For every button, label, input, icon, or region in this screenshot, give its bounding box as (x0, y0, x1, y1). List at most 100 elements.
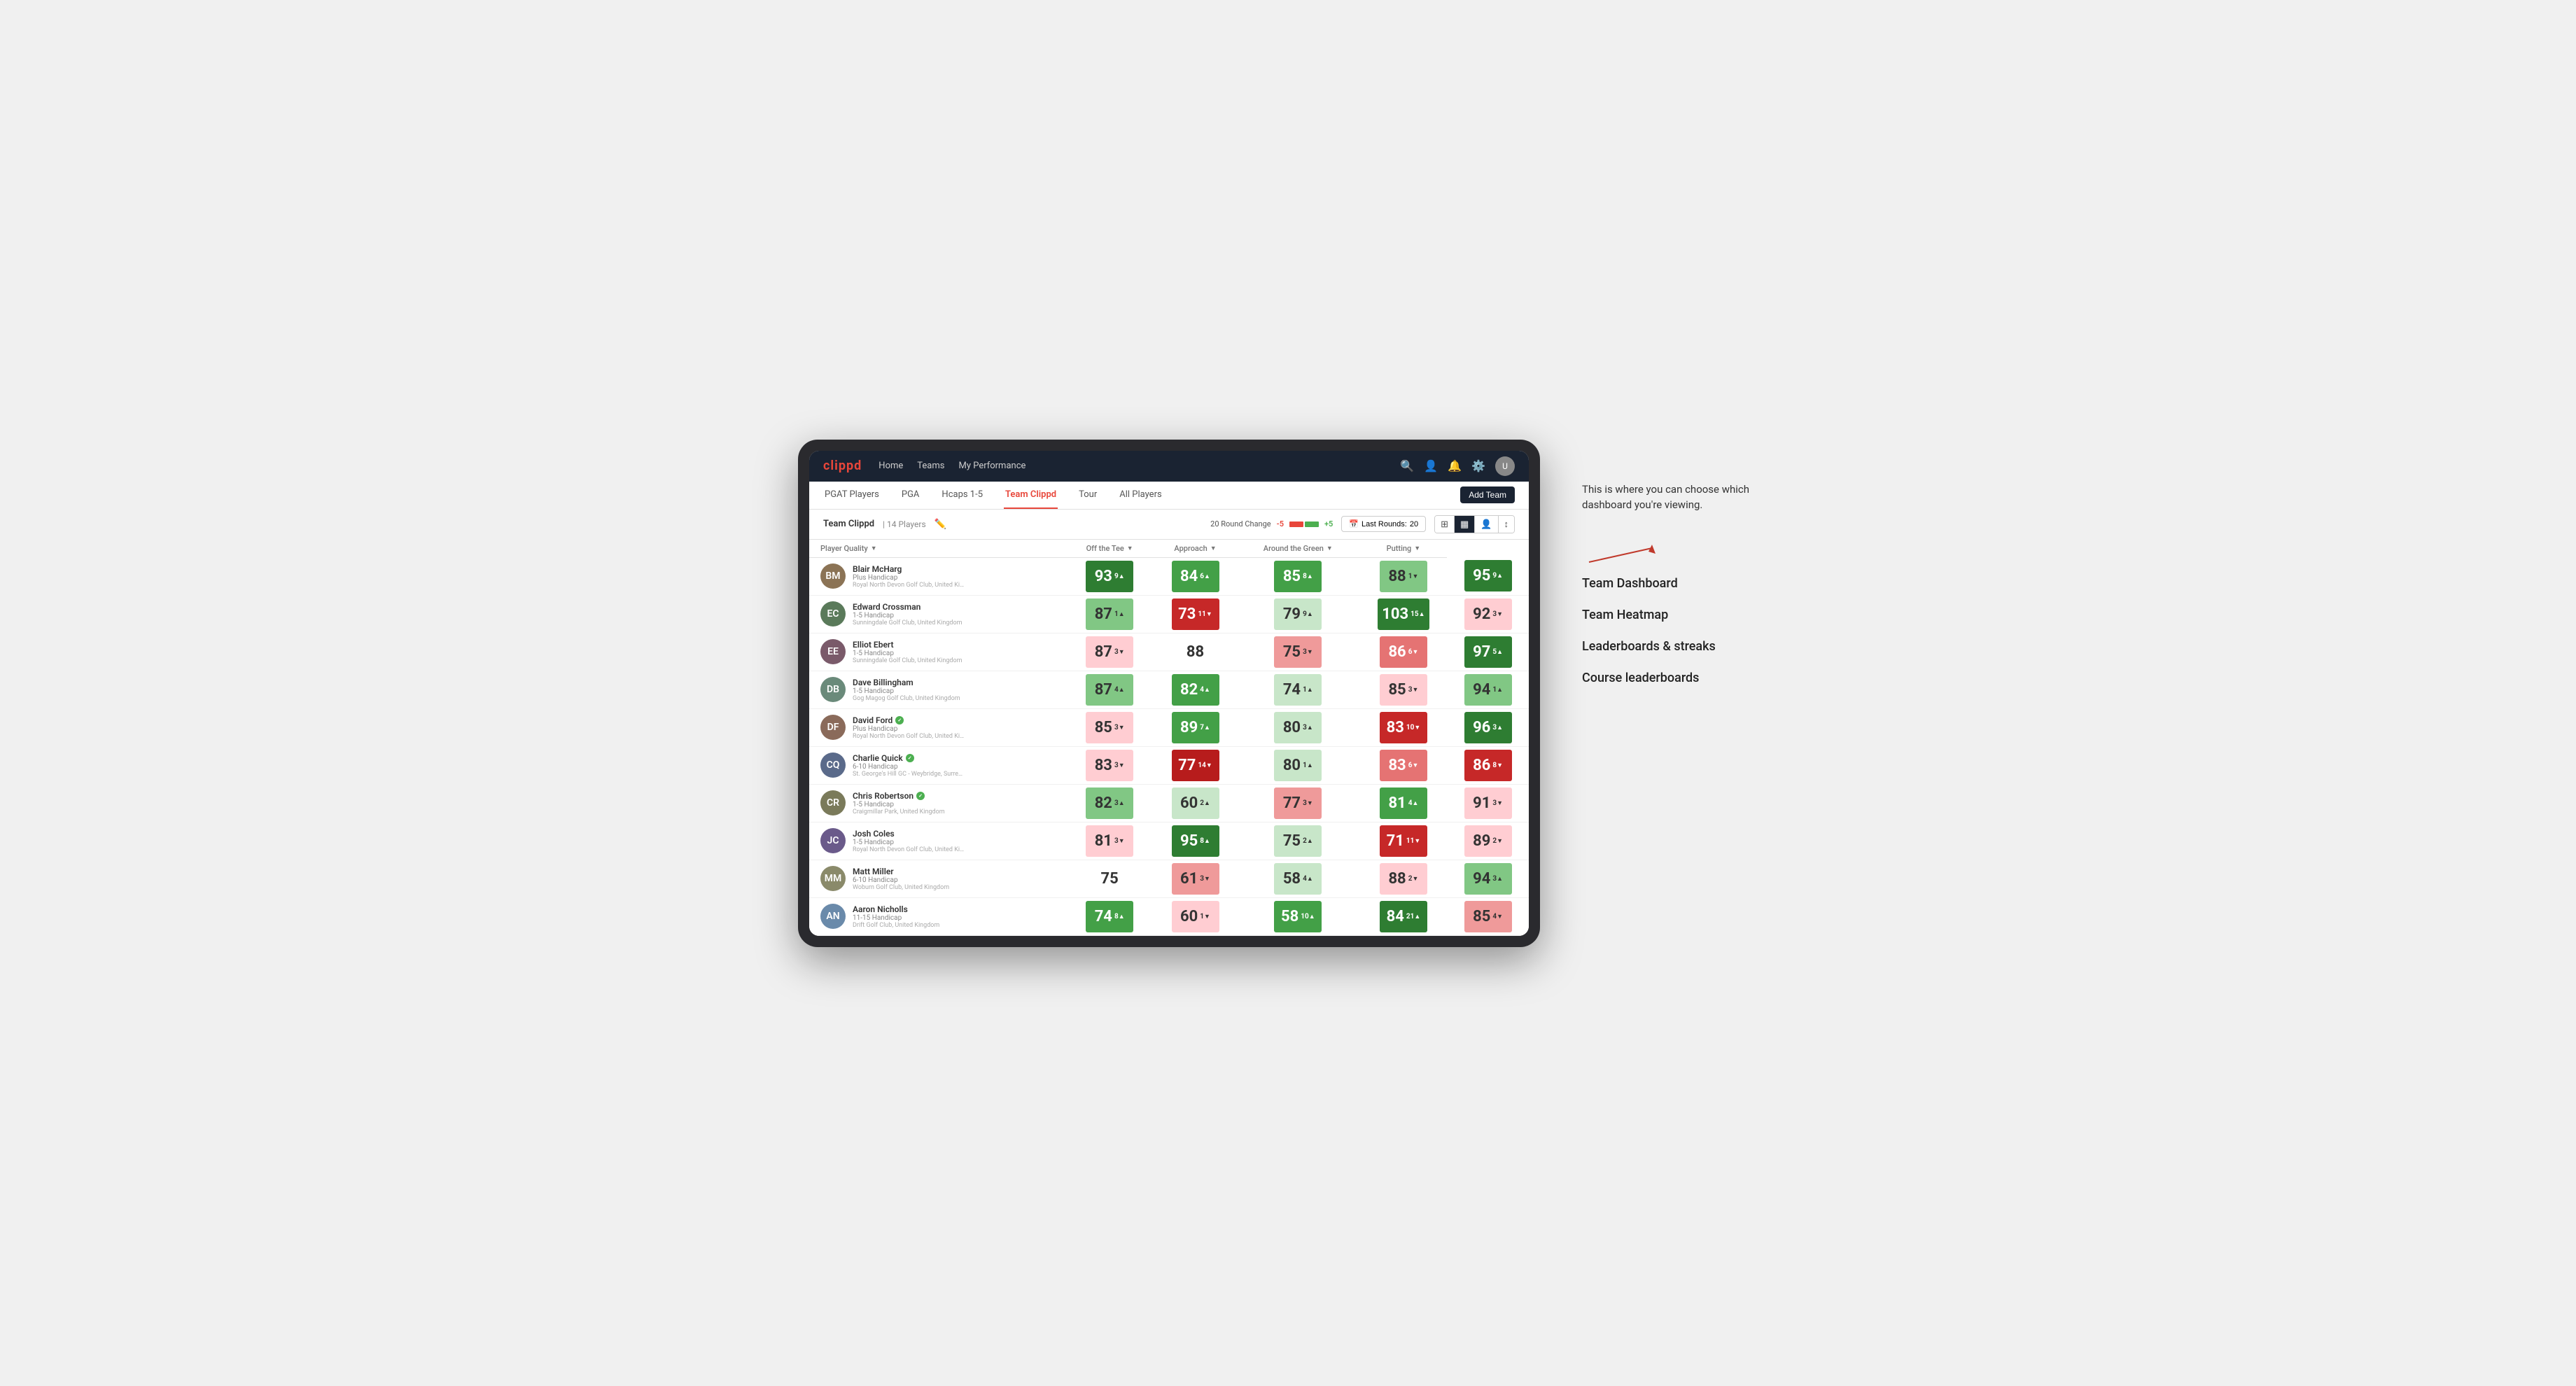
score-value: 60 (1180, 908, 1198, 925)
score-value: 89 (1180, 719, 1198, 736)
col-header-putting[interactable]: Putting ▼ (1360, 540, 1448, 558)
annotation-arrow-svg (1582, 541, 1666, 583)
player-info: David Ford ✓ Plus Handicap Royal North D… (853, 715, 965, 740)
score-box: 85 3▼ (1380, 674, 1427, 706)
score-value: 103 (1382, 606, 1408, 623)
player-name: Edward Crossman (853, 602, 962, 612)
score-box: 77 14▼ (1172, 750, 1219, 781)
tab-team-clippd[interactable]: Team Clippd (1004, 481, 1058, 509)
score-box: 83 6▼ (1380, 750, 1427, 781)
score-value: 58 (1281, 908, 1298, 925)
table-row: DF David Ford ✓ Plus Handicap Royal Nort… (809, 708, 1529, 746)
player-cell-7[interactable]: JC Josh Coles 1-5 Handicap Royal North D… (809, 822, 1065, 860)
option-course-leaderboards[interactable]: Course leaderboards (1582, 671, 1778, 685)
player-cell-8[interactable]: MM Matt Miller 6-10 Handicap Woburn Golf… (809, 860, 1065, 897)
player-cell-4[interactable]: DF David Ford ✓ Plus Handicap Royal Nort… (809, 708, 1065, 746)
bell-icon[interactable]: 🔔 (1448, 459, 1462, 472)
score-value: 94 (1473, 870, 1490, 888)
view-list-button[interactable]: 👤 (1475, 516, 1498, 533)
tab-all-players[interactable]: All Players (1118, 481, 1163, 509)
col-header-player[interactable]: Player Quality ▼ (809, 540, 1065, 558)
top-nav: clippd Home Teams My Performance 🔍 👤 🔔 ⚙… (809, 451, 1529, 482)
player-cell-6[interactable]: CR Chris Robertson ✓ 1-5 Handicap Craigm… (809, 784, 1065, 822)
tab-pga[interactable]: PGA (900, 481, 921, 509)
score-box: 86 6▼ (1380, 636, 1427, 668)
search-icon[interactable]: 🔍 (1400, 459, 1414, 472)
score-value: 89 (1473, 832, 1490, 850)
nav-home[interactable]: Home (878, 458, 903, 474)
score-value: 75 (1283, 832, 1301, 850)
score-value: 58 (1283, 870, 1301, 888)
score-box: 61 3▼ (1172, 863, 1219, 895)
nav-my-performance[interactable]: My Performance (958, 458, 1026, 474)
round-change-section: 20 Round Change -5 +5 (1210, 519, 1333, 528)
score-cell-offTee: 60 1▼ (1154, 897, 1236, 935)
score-value: 83 (1388, 757, 1406, 774)
player-club: Sunningdale Golf Club, United Kingdom (853, 620, 962, 626)
view-sort-button[interactable]: ↕ (1499, 516, 1515, 533)
user-icon[interactable]: 👤 (1424, 459, 1438, 472)
col-header-approach[interactable]: Approach ▼ (1154, 540, 1236, 558)
score-value: 88 (1388, 568, 1406, 585)
score-value: 86 (1388, 643, 1406, 661)
player-info: Edward Crossman 1-5 Handicap Sunningdale… (853, 602, 962, 626)
table-body: BM Blair McHarg Plus Handicap Royal Nort… (809, 557, 1529, 935)
score-cell-putting: 92 3▼ (1447, 595, 1529, 633)
score-value: 87 (1095, 606, 1112, 623)
col-header-around-green[interactable]: Around the Green ▼ (1236, 540, 1359, 558)
score-value: 82 (1180, 681, 1198, 699)
score-cell-aroundGreen: 88 2▼ (1360, 860, 1448, 897)
score-box: 74 1▲ (1274, 674, 1322, 706)
score-value: 84 (1387, 908, 1404, 925)
player-name: Matt Miller (853, 867, 949, 876)
score-box: 89 2▼ (1464, 825, 1512, 857)
player-cell-2[interactable]: EE Elliot Ebert 1-5 Handicap Sunningdale… (809, 633, 1065, 671)
table-row: BM Blair McHarg Plus Handicap Royal Nort… (809, 557, 1529, 595)
score-value: 79 (1283, 606, 1301, 623)
brand-logo: clippd (823, 458, 862, 473)
score-box: 82 3▲ (1086, 788, 1133, 819)
score-cell-aroundGreen: 81 4▲ (1360, 784, 1448, 822)
score-value: 85 (1473, 908, 1490, 925)
score-cell-approach: 80 3▲ (1236, 708, 1359, 746)
player-cell-0[interactable]: BM Blair McHarg Plus Handicap Royal Nort… (809, 557, 1065, 595)
score-box: 75 3▼ (1274, 636, 1322, 668)
edit-icon[interactable]: ✏️ (934, 519, 946, 530)
col-header-off-tee[interactable]: Off the Tee ▼ (1065, 540, 1154, 558)
score-box: 80 1▲ (1274, 750, 1322, 781)
tab-hcaps[interactable]: Hcaps 1-5 (940, 481, 984, 509)
team-count: | 14 Players (883, 519, 926, 529)
avatar[interactable]: U (1495, 456, 1515, 476)
score-cell-offTee: 95 8▲ (1154, 822, 1236, 860)
tab-tour[interactable]: Tour (1077, 481, 1098, 509)
player-cell-5[interactable]: CQ Charlie Quick ✓ 6-10 Handicap St. Geo… (809, 746, 1065, 784)
score-cell-putting: 86 8▼ (1447, 746, 1529, 784)
nav-teams[interactable]: Teams (917, 458, 944, 474)
tab-pgat-players[interactable]: PGAT Players (823, 481, 881, 509)
player-cell-9[interactable]: AN Aaron Nicholls 11-15 Handicap Drift G… (809, 897, 1065, 935)
annotation-intro: This is where you can choose which dashb… (1582, 482, 1778, 513)
nav-links: Home Teams My Performance (878, 458, 1383, 474)
add-team-button[interactable]: Add Team (1460, 486, 1515, 503)
last-rounds-button[interactable]: 📅 Last Rounds: 20 (1341, 516, 1426, 532)
player-club: Craigmillar Park, United Kingdom (853, 808, 945, 816)
score-value: 74 (1095, 908, 1112, 925)
player-info: Aaron Nicholls 11-15 Handicap Drift Golf… (853, 904, 939, 929)
view-heatmap-button[interactable]: ▦ (1455, 516, 1475, 533)
player-name: David Ford ✓ (853, 715, 965, 725)
player-handicap: 1-5 Handicap (853, 687, 960, 695)
player-cell-3[interactable]: DB Dave Billingham 1-5 Handicap Gog Mago… (809, 671, 1065, 708)
player-cell-1[interactable]: EC Edward Crossman 1-5 Handicap Sunningd… (809, 595, 1065, 633)
player-club: St. George's Hill GC - Weybridge, Surrey… (853, 771, 965, 778)
verified-icon: ✓ (895, 716, 904, 724)
view-grid-button[interactable]: ⊞ (1435, 516, 1455, 533)
score-value: 71 (1387, 832, 1404, 850)
score-value: 96 (1473, 719, 1490, 736)
option-leaderboards[interactable]: Leaderboards & streaks (1582, 639, 1778, 654)
score-cell-approach: 79 9▲ (1236, 595, 1359, 633)
score-box: 88 2▼ (1380, 863, 1427, 895)
score-box: 87 4▲ (1086, 674, 1133, 706)
score-cell-offTee: 82 4▲ (1154, 671, 1236, 708)
option-team-heatmap[interactable]: Team Heatmap (1582, 608, 1778, 622)
settings-icon[interactable]: ⚙️ (1471, 459, 1485, 472)
